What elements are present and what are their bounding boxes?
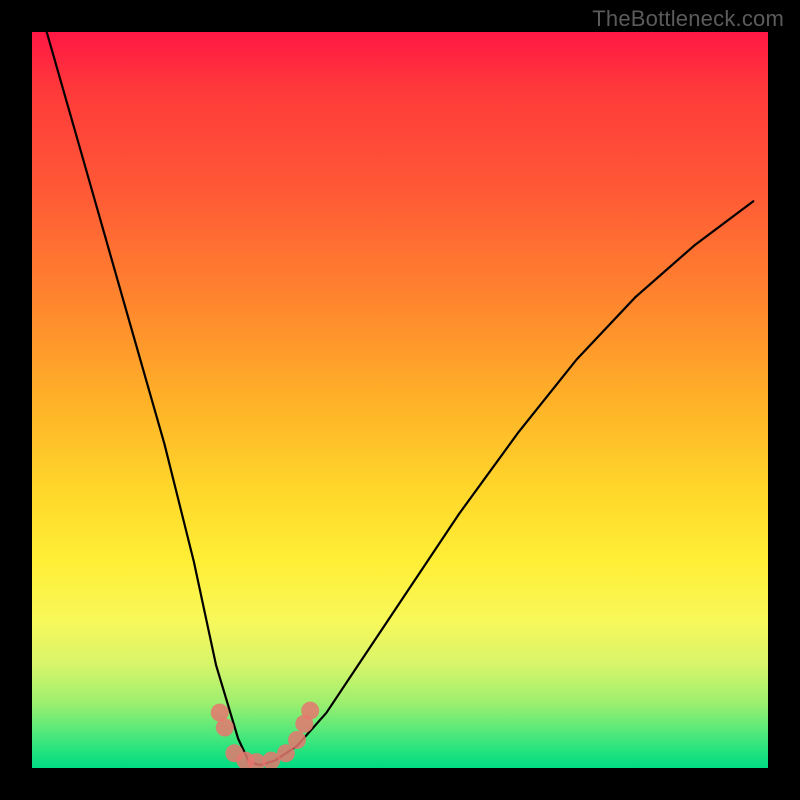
plot-area (32, 32, 768, 768)
watermark-text: TheBottleneck.com (592, 6, 784, 32)
v-curve (47, 32, 754, 765)
chart-frame: TheBottleneck.com (0, 0, 800, 800)
curve-layer (32, 32, 768, 768)
valley-markers (211, 702, 320, 768)
